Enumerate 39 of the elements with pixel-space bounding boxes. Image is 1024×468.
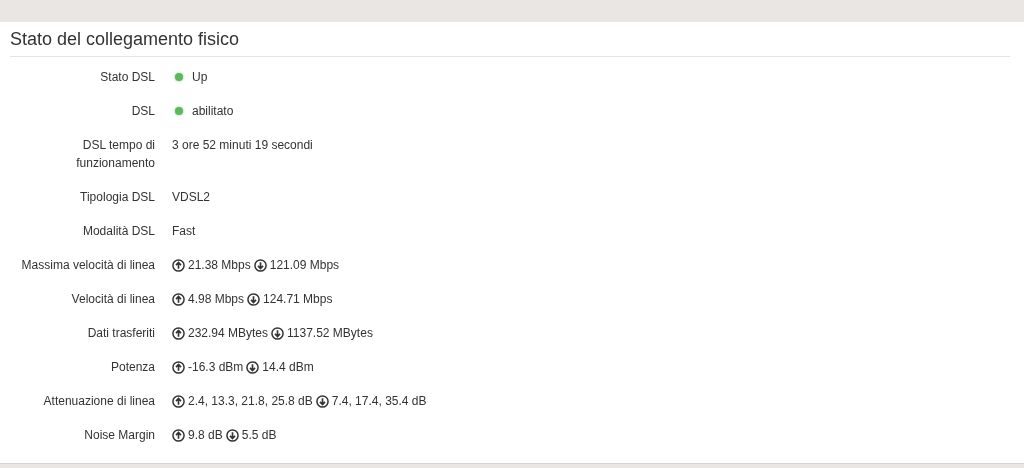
download-value: 124.71 Mbps xyxy=(263,291,333,308)
field-label: DSL xyxy=(130,103,156,120)
up-arrow-icon xyxy=(172,326,185,340)
upload-value: 2.4, 13.3, 21.8, 25.8 dB xyxy=(188,393,313,410)
field-value: Fast xyxy=(172,223,196,240)
download-value: 1137.52 MBytes xyxy=(287,325,373,342)
up-arrow-icon xyxy=(172,394,185,408)
download-value: 14.4 dBm xyxy=(262,359,314,376)
download-value: 121.09 Mbps xyxy=(269,257,340,274)
field-label: Stato DSL xyxy=(99,69,156,86)
down-arrow-icon xyxy=(253,258,267,272)
field-label: DSL tempo di funzionamento xyxy=(75,137,156,172)
field-label: Tipologia DSL xyxy=(79,189,156,206)
up-arrow-icon xyxy=(172,428,185,442)
field-label: Noise Margin xyxy=(83,427,156,444)
down-arrow-icon xyxy=(225,428,239,442)
upload-value: -16.3 dBm xyxy=(188,359,244,376)
field-label: Attenuazione di linea xyxy=(42,393,156,410)
field-label: Modalità DSL xyxy=(81,223,156,240)
field-label: Potenza xyxy=(109,359,156,376)
upload-value: 9.8 dB xyxy=(188,427,223,444)
upload-value: 232.94 MBytes xyxy=(188,325,269,342)
field-value: Up xyxy=(192,69,208,86)
field-label: Massima velocità di linea xyxy=(20,257,156,274)
field-value: VDSL2 xyxy=(172,189,211,206)
down-arrow-icon xyxy=(315,394,329,408)
section-title: Stato del collegamento fisico xyxy=(10,28,241,51)
download-value: 5.5 dB xyxy=(241,427,277,444)
field-value: abilitato xyxy=(192,103,234,120)
download-value: 7.4, 17.4, 35.4 dB xyxy=(331,393,427,410)
field-label: Velocità di linea xyxy=(70,291,156,308)
upload-value: 21.38 Mbps xyxy=(188,257,251,274)
down-arrow-icon xyxy=(246,360,260,374)
field-value: 3 ore 52 minuti 19 secondi xyxy=(172,137,313,154)
up-arrow-icon xyxy=(172,258,185,272)
up-arrow-icon xyxy=(172,360,185,374)
field-label: Dati trasferiti xyxy=(86,325,156,342)
up-arrow-icon xyxy=(172,292,185,306)
upload-value: 4.98 Mbps xyxy=(188,291,245,308)
